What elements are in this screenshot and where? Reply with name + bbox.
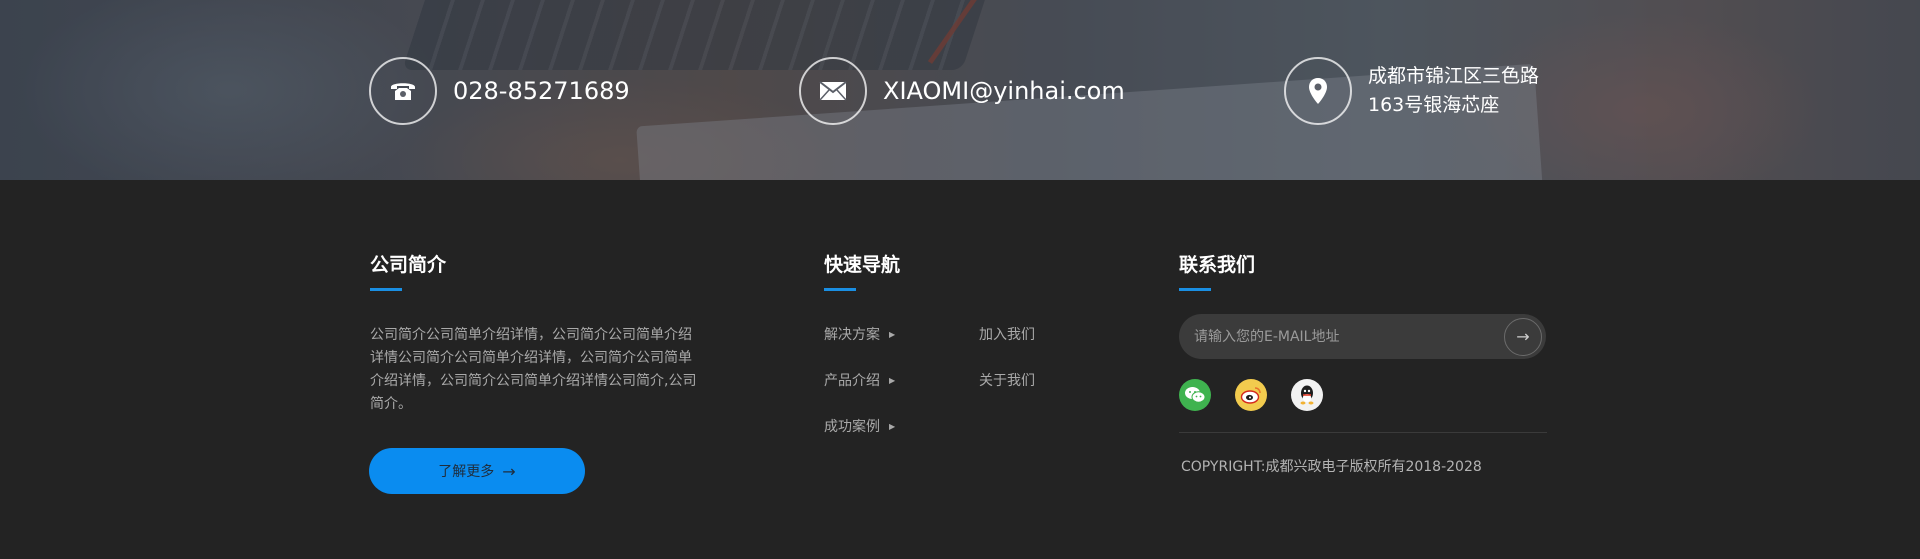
contact-us-title: 联系我们 xyxy=(1179,254,1256,276)
nav-item-cases[interactable]: 成功案例 ▶ xyxy=(824,416,895,436)
about-title-underline xyxy=(370,288,402,291)
triangle-right-icon: ▶ xyxy=(889,375,896,385)
address-contact: 成都市锦江区三色路 163号银海芯座 xyxy=(1284,57,1539,125)
nav-item-label: 成功案例 xyxy=(824,419,880,435)
nav-item-label: 解决方案 xyxy=(824,327,880,343)
mail-icon xyxy=(799,57,867,125)
address-text: 成都市锦江区三色路 163号银海芯座 xyxy=(1368,62,1539,120)
copyright-text: COPYRIGHT:成都兴政电子版权所有2018-2028 xyxy=(1181,459,1482,475)
learn-more-label: 了解更多 xyxy=(438,464,495,480)
wechat-icon[interactable] xyxy=(1179,379,1211,411)
nav-item-label: 关于我们 xyxy=(979,373,1035,389)
triangle-right-icon: ▶ xyxy=(889,329,896,339)
arrow-right-icon: → xyxy=(502,461,516,481)
nav-item-about-us[interactable]: 关于我们 xyxy=(979,370,1035,390)
footer: 公司简介 公司简介公司简单介绍详情，公司简介公司简单介绍详情公司简介公司简单介绍… xyxy=(0,180,1920,559)
quick-nav-title: 快速导航 xyxy=(824,254,901,276)
email-address: XIAOMI@yinhai.com xyxy=(883,77,1125,105)
weibo-icon[interactable] xyxy=(1235,379,1267,411)
email-contact: XIAOMI@yinhai.com xyxy=(799,57,1125,125)
phone-icon xyxy=(369,57,437,125)
nav-item-label: 产品介绍 xyxy=(824,373,880,389)
location-pin-icon xyxy=(1284,57,1352,125)
email-subscribe-box: → xyxy=(1179,314,1546,359)
phone-contact: 028-85271689 xyxy=(369,57,630,125)
about-title: 公司简介 xyxy=(370,254,447,276)
phone-number: 028-85271689 xyxy=(453,77,630,105)
nav-item-label: 加入我们 xyxy=(979,327,1035,343)
quick-nav-title-underline xyxy=(824,288,856,291)
address-line-2: 163号银海芯座 xyxy=(1368,94,1500,116)
address-line-1: 成都市锦江区三色路 xyxy=(1368,65,1540,87)
footer-divider xyxy=(1179,432,1547,433)
nav-item-products[interactable]: 产品介绍 ▶ xyxy=(824,370,895,390)
contact-band: 028-85271689 XIAOMI@yinhai.com 成都市锦江区三色路… xyxy=(0,0,1920,180)
triangle-right-icon: ▶ xyxy=(889,421,896,431)
nav-item-join-us[interactable]: 加入我们 xyxy=(979,324,1035,344)
contact-us-title-underline xyxy=(1179,288,1211,291)
email-input[interactable] xyxy=(1179,314,1504,359)
about-text: 公司简介公司简单介绍详情，公司简介公司简单介绍详情公司简介公司简单介绍详情，公司… xyxy=(370,327,697,412)
qq-icon[interactable] xyxy=(1291,379,1323,411)
learn-more-button[interactable]: 了解更多 → xyxy=(369,448,585,494)
submit-arrow-icon[interactable]: → xyxy=(1504,317,1542,356)
nav-item-solutions[interactable]: 解决方案 ▶ xyxy=(824,324,895,344)
